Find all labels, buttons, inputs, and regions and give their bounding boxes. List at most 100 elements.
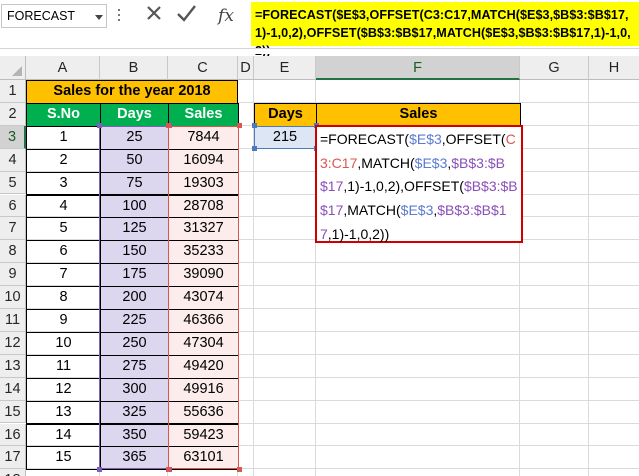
row-header-10[interactable]: 10 <box>0 286 26 309</box>
formula-token: $E$3 <box>414 154 448 171</box>
table-cell-sales[interactable]: 49420 <box>168 354 239 379</box>
table-cell-days[interactable]: 25 <box>100 125 169 150</box>
range-resize-handle[interactable] <box>236 466 242 472</box>
row-header-8[interactable]: 8 <box>0 240 26 264</box>
range-resize-handle[interactable] <box>96 466 102 472</box>
table-cell-sales[interactable]: 19303 <box>168 171 239 196</box>
table-cell-sales[interactable]: 39090 <box>168 263 239 288</box>
insert-function-icon[interactable]: fx <box>212 3 240 29</box>
table-cell-days[interactable]: 350 <box>100 423 169 448</box>
table-cell-sno[interactable]: 4 <box>26 194 101 219</box>
column-header-f[interactable]: F <box>316 56 520 80</box>
row-header-12[interactable]: 12 <box>0 331 26 355</box>
row-header-15[interactable]: 15 <box>0 400 26 424</box>
table-cell-sno[interactable]: 15 <box>26 446 101 471</box>
formula-bar: FORECAST fx =FORECAST($E$3,OFFSET(C3:C17… <box>0 0 639 58</box>
table-cell-sales[interactable]: 55636 <box>168 400 239 425</box>
formula-token: ,OFFSET( <box>441 130 506 147</box>
table-cell-sno[interactable]: 11 <box>26 354 101 379</box>
table-cell-sales[interactable]: 49916 <box>168 377 239 402</box>
table-cell-sno[interactable]: 9 <box>26 309 101 333</box>
table-cell-sno[interactable]: 13 <box>26 400 101 425</box>
chevron-down-icon[interactable] <box>95 15 103 20</box>
table-cell-sno[interactable]: 3 <box>26 171 101 196</box>
row-header-7[interactable]: 7 <box>0 217 26 241</box>
table-header-sales[interactable]: Sales <box>168 102 239 127</box>
table-cell-days[interactable]: 365 <box>100 446 169 471</box>
table-title[interactable]: Sales for the year 2018 <box>26 80 238 104</box>
row-header-9[interactable]: 9 <box>0 263 26 287</box>
table-cell-days[interactable]: 325 <box>100 400 169 425</box>
table-cell-sales[interactable]: 43074 <box>168 286 239 310</box>
drag-handle-icon[interactable] <box>116 6 122 26</box>
row-header-17[interactable]: 17 <box>0 446 26 470</box>
row-header-1[interactable]: 1 <box>0 80 26 103</box>
row-header-5[interactable]: 5 <box>0 171 26 195</box>
table-cell-sno[interactable]: 2 <box>26 148 101 173</box>
table-cell-sno[interactable]: 8 <box>26 286 101 310</box>
row-header-6[interactable]: 6 <box>0 194 26 218</box>
range-resize-handle[interactable] <box>96 123 102 129</box>
row-header-16[interactable]: 16 <box>0 423 26 447</box>
enter-check-icon[interactable] <box>172 3 200 29</box>
cancel-icon[interactable] <box>140 3 168 29</box>
table-cell-sales[interactable]: 28708 <box>168 194 239 219</box>
table-cell-sno[interactable]: 10 <box>26 331 101 356</box>
table-cell-days[interactable]: 125 <box>100 217 169 242</box>
table-cell-sno[interactable]: 12 <box>26 377 101 402</box>
table-cell-days[interactable]: 275 <box>100 354 169 379</box>
column-header-d[interactable]: D <box>238 56 254 80</box>
table-header-days[interactable]: Days <box>100 102 169 127</box>
row-header-4[interactable]: 4 <box>0 148 26 172</box>
table-cell-days[interactable]: 250 <box>100 331 169 356</box>
name-box[interactable]: FORECAST <box>1 4 107 28</box>
table-cell-sales[interactable]: 16094 <box>168 148 239 173</box>
table-cell-sno[interactable]: 14 <box>26 423 101 448</box>
table-cell-sales[interactable]: 7844 <box>168 125 239 150</box>
table-cell-days[interactable]: 50 <box>100 148 169 173</box>
column-header-e[interactable]: E <box>254 56 316 80</box>
table-cell-days[interactable]: 225 <box>100 309 169 333</box>
formula-edit-cell[interactable]: =FORECAST($E$3,OFFSET(C3:C17,MATCH($E$3,… <box>315 124 523 244</box>
formula-input[interactable]: =FORECAST($E$3,OFFSET(C3:C17,MATCH($E$3,… <box>251 2 639 58</box>
table-cell-sales[interactable]: 47304 <box>168 331 239 356</box>
table-cell-days[interactable]: 75 <box>100 171 169 196</box>
range-resize-handle[interactable] <box>251 123 257 129</box>
table-cell-sno[interactable]: 6 <box>26 240 101 265</box>
row-header-3[interactable]: 3 <box>0 125 26 149</box>
table-cell-sales[interactable]: 46366 <box>168 309 239 333</box>
range-resize-handle[interactable] <box>236 123 242 129</box>
table-cell-days[interactable]: 200 <box>100 286 169 310</box>
table-cell-sales[interactable]: 63101 <box>168 446 239 471</box>
worksheet-grid[interactable]: ABCDEFGH 123456789101112131415161718 Sal… <box>0 56 639 476</box>
table-cell-days[interactable]: 300 <box>100 377 169 402</box>
column-header-c[interactable]: C <box>168 56 238 80</box>
row-header-2[interactable]: 2 <box>0 102 26 126</box>
table-cell-sales[interactable]: 59423 <box>168 423 239 448</box>
range-resize-handle[interactable] <box>165 123 171 129</box>
column-header-a[interactable]: A <box>26 56 100 80</box>
range-resize-handle[interactable] <box>165 466 171 472</box>
row-header-13[interactable]: 13 <box>0 354 26 378</box>
table-cell-days[interactable]: 100 <box>100 194 169 219</box>
table-header-sno[interactable]: S.No <box>26 102 101 127</box>
formula-token: $E$3 <box>409 130 442 147</box>
table-cell-sales[interactable]: 31327 <box>168 217 239 242</box>
select-all-button[interactable] <box>0 56 26 80</box>
lookup-header-days[interactable]: Days <box>254 102 317 127</box>
table-cell-days[interactable]: 175 <box>100 263 169 288</box>
table-cell-sno[interactable]: 5 <box>26 217 101 242</box>
table-cell-sales[interactable]: 35233 <box>168 240 239 265</box>
column-header-g[interactable]: G <box>520 56 589 80</box>
table-cell-days[interactable]: 150 <box>100 240 169 265</box>
row-header-18[interactable]: 18 <box>0 469 26 476</box>
table-cell-sno[interactable]: 1 <box>26 125 101 150</box>
lookup-days-input[interactable]: 215 <box>254 125 316 149</box>
range-resize-handle[interactable] <box>251 146 257 152</box>
column-header-b[interactable]: B <box>100 56 168 80</box>
table-cell-sno[interactable]: 7 <box>26 263 101 288</box>
row-header-11[interactable]: 11 <box>0 309 26 332</box>
lookup-header-sales[interactable]: Sales <box>316 102 521 127</box>
column-header-h[interactable]: H <box>589 56 639 80</box>
row-header-14[interactable]: 14 <box>0 377 26 401</box>
